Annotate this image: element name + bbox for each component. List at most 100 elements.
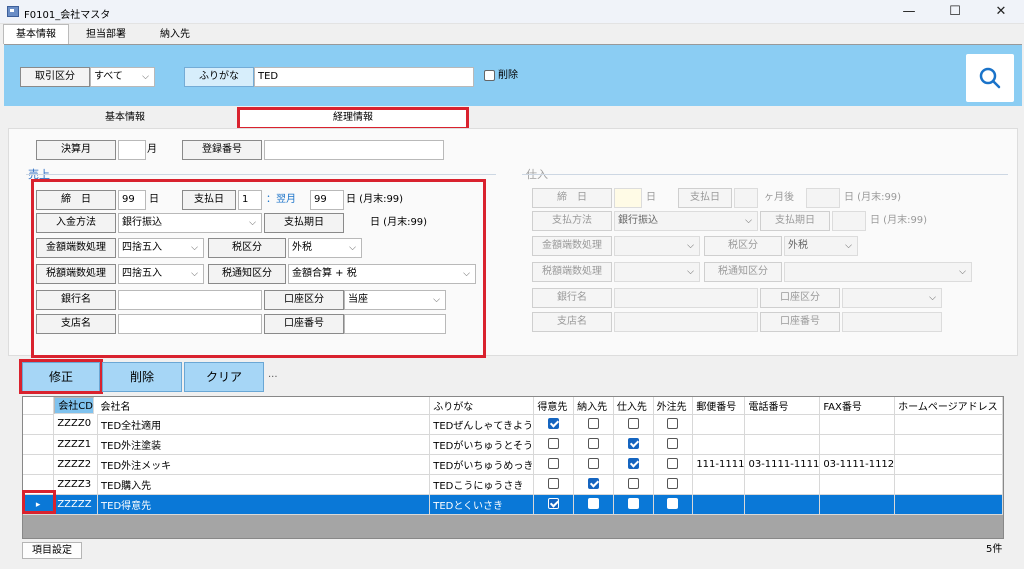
tab-delivery[interactable]: 納入先 xyxy=(144,26,206,44)
supplier-checkbox[interactable] xyxy=(627,478,639,490)
cell-url[interactable] xyxy=(894,434,1003,455)
row-header[interactable] xyxy=(23,414,55,435)
company-grid[interactable]: 会社CD 会社名 ふりがな 得意先 納入先 仕入先 外注先 郵便番号 電話番号 … xyxy=(22,396,1004,539)
delivery-checkbox[interactable] xyxy=(587,498,599,510)
cell-kana[interactable]: TEDがいちゅうとそう xyxy=(429,434,535,455)
cell-delivery[interactable] xyxy=(573,414,614,435)
supplier-checkbox[interactable] xyxy=(627,438,639,450)
delete-checkbox[interactable] xyxy=(484,70,495,81)
tab-basic-info[interactable]: 基本情報 xyxy=(3,24,69,44)
row-header[interactable] xyxy=(23,434,55,455)
col-header-fax[interactable]: FAX番号 xyxy=(819,397,896,415)
cell-cd[interactable]: ZZZZ1 xyxy=(53,434,99,455)
col-header-cd[interactable]: 会社CD xyxy=(54,397,94,414)
delete-button[interactable]: 削除 xyxy=(102,362,182,392)
settle-month-input[interactable] xyxy=(118,140,146,160)
customer-checkbox[interactable] xyxy=(548,418,560,430)
cell-cd[interactable]: ZZZZ0 xyxy=(53,414,99,435)
cell-outsource[interactable] xyxy=(653,434,694,455)
cell-fax[interactable] xyxy=(819,434,896,455)
cell-kana[interactable]: TEDとくいさき xyxy=(429,494,535,515)
cell-name[interactable]: TED購入先 xyxy=(97,474,431,495)
cell-zip[interactable] xyxy=(692,414,746,435)
cell-supplier[interactable] xyxy=(613,494,654,515)
cell-outsource[interactable] xyxy=(653,474,694,495)
table-row[interactable]: ZZZZ0 TED全社適用 TEDぜんしゃてきよう xyxy=(23,414,1003,435)
cell-zip[interactable] xyxy=(692,494,746,515)
cell-delivery[interactable] xyxy=(573,434,614,455)
maximize-button[interactable]: ☐ xyxy=(932,0,978,24)
cell-tel[interactable] xyxy=(744,414,821,435)
customer-checkbox[interactable] xyxy=(548,438,560,450)
cell-delivery[interactable] xyxy=(573,454,614,475)
col-header-outsource[interactable]: 外注先 xyxy=(653,397,694,415)
col-header-kana[interactable]: ふりがな xyxy=(429,397,535,415)
cell-zip[interactable]: 111-1111 xyxy=(692,454,746,475)
customer-checkbox[interactable] xyxy=(548,498,560,510)
cell-customer[interactable] xyxy=(533,494,575,515)
subtab-basic[interactable]: 基本情報 xyxy=(70,108,180,128)
outsource-checkbox[interactable] xyxy=(667,418,679,430)
outsource-checkbox[interactable] xyxy=(667,458,679,470)
table-row[interactable]: ZZZZ2 TED外注メッキ TEDがいちゅうめっき 111-1111 03-1111-… xyxy=(23,454,1003,475)
cell-zip[interactable] xyxy=(692,474,746,495)
cell-url[interactable] xyxy=(894,414,1003,435)
cell-customer[interactable] xyxy=(533,454,575,475)
supplier-checkbox[interactable] xyxy=(627,458,639,470)
close-button[interactable]: ✕ xyxy=(978,0,1024,24)
cell-url[interactable] xyxy=(894,454,1003,475)
cell-supplier[interactable] xyxy=(613,434,654,455)
col-header-supplier[interactable]: 仕入先 xyxy=(613,397,654,415)
col-header-name[interactable]: 会社名 xyxy=(97,397,431,415)
col-header-tel[interactable]: 電話番号 xyxy=(744,397,821,415)
delivery-checkbox[interactable] xyxy=(587,478,599,490)
cell-delivery[interactable] xyxy=(573,494,614,515)
table-row[interactable]: ZZZZ1 TED外注塗装 TEDがいちゅうとそう xyxy=(23,434,1003,455)
minimize-button[interactable]: — xyxy=(886,0,932,24)
col-header-url[interactable]: ホームページアドレス xyxy=(894,397,1003,415)
cell-fax[interactable]: 03-1111-1112 xyxy=(819,454,896,475)
outsource-checkbox[interactable] xyxy=(667,498,679,510)
cell-name[interactable]: TED全社適用 xyxy=(97,414,431,435)
col-header-delivery[interactable]: 納入先 xyxy=(573,397,614,415)
col-header-customer[interactable]: 得意先 xyxy=(533,397,575,415)
cell-customer[interactable] xyxy=(533,414,575,435)
cell-cd[interactable]: ZZZZ3 xyxy=(53,474,99,495)
cell-supplier[interactable] xyxy=(613,454,654,475)
customer-checkbox[interactable] xyxy=(548,478,560,490)
cell-outsource[interactable] xyxy=(653,454,694,475)
cell-customer[interactable] xyxy=(533,434,575,455)
cell-cd[interactable]: ZZZZ2 xyxy=(53,454,99,475)
supplier-checkbox[interactable] xyxy=(627,498,639,510)
cell-fax[interactable] xyxy=(819,414,896,435)
cell-customer[interactable] xyxy=(533,474,575,495)
cell-outsource[interactable] xyxy=(653,494,694,515)
cell-tel[interactable] xyxy=(744,494,821,515)
cell-kana[interactable]: TEDこうにゅうさき xyxy=(429,474,535,495)
outsource-checkbox[interactable] xyxy=(667,478,679,490)
table-row[interactable]: ZZZZ3 TED購入先 TEDこうにゅうさき xyxy=(23,474,1003,495)
delivery-checkbox[interactable] xyxy=(587,418,599,430)
cell-fax[interactable] xyxy=(819,474,896,495)
cell-url[interactable] xyxy=(894,494,1003,515)
tab-departments[interactable]: 担当部署 xyxy=(72,26,140,44)
cell-tel[interactable] xyxy=(744,474,821,495)
cell-outsource[interactable] xyxy=(653,414,694,435)
delivery-checkbox[interactable] xyxy=(587,438,599,450)
column-settings-button[interactable]: 項目設定 xyxy=(22,542,82,559)
cell-cd[interactable]: ZZZZZ xyxy=(53,494,99,515)
cell-zip[interactable] xyxy=(692,434,746,455)
cell-tel[interactable] xyxy=(744,434,821,455)
supplier-checkbox[interactable] xyxy=(627,418,639,430)
cell-supplier[interactable] xyxy=(613,474,654,495)
cell-kana[interactable]: TEDぜんしゃてきよう xyxy=(429,414,535,435)
cell-supplier[interactable] xyxy=(613,414,654,435)
clear-button[interactable]: クリア xyxy=(184,362,264,392)
delivery-checkbox[interactable] xyxy=(587,458,599,470)
cell-fax[interactable] xyxy=(819,494,896,515)
cell-url[interactable] xyxy=(894,474,1003,495)
cell-delivery[interactable] xyxy=(573,474,614,495)
col-header-zip[interactable]: 郵便番号 xyxy=(692,397,746,415)
customer-checkbox[interactable] xyxy=(548,458,560,470)
cell-tel[interactable]: 03-1111-1111 xyxy=(744,454,821,475)
